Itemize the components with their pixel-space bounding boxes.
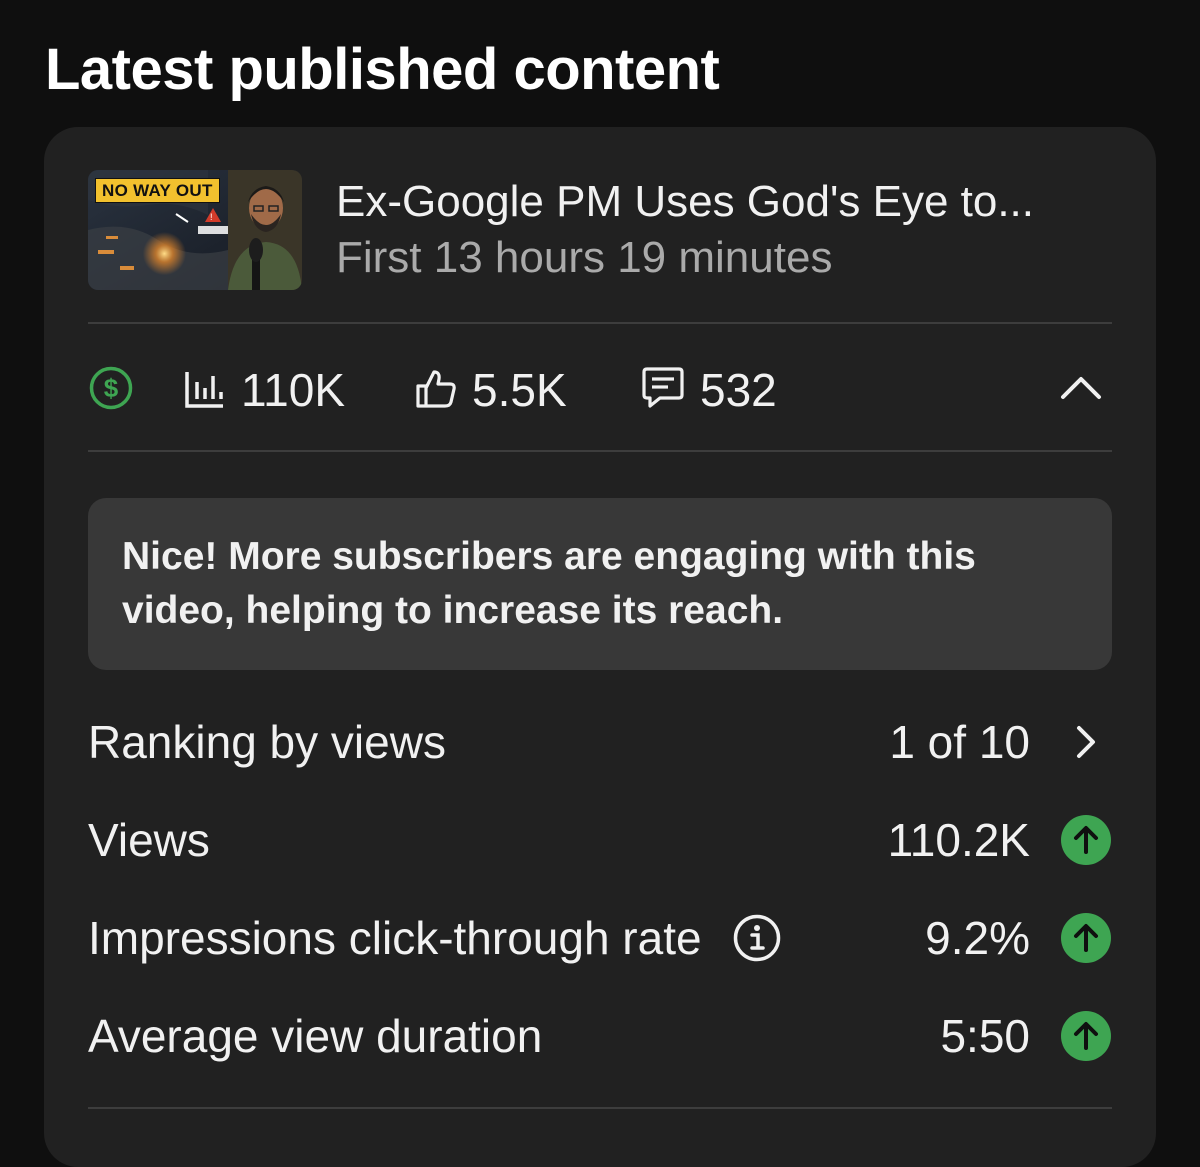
metric-value: 5:50 [940, 1010, 1030, 1062]
metric-label: Ranking by views [88, 716, 446, 768]
metric-value: 110.2K [887, 814, 1030, 866]
monetization-status[interactable]: $ [88, 360, 134, 420]
metric-impressions-ctr[interactable]: Impressions click-through rate 9.2% [88, 908, 1112, 968]
banner-message: Nice! More subscribers are engaging with… [122, 535, 976, 632]
views-count: 110K [241, 364, 346, 416]
views-stat[interactable]: 110K [183, 360, 345, 420]
engagement-banner: Nice! More subscribers are engaging with… [88, 498, 1112, 670]
arrow-up-circle-icon [1060, 912, 1112, 964]
metric-label: Views [88, 814, 210, 866]
video-text: Ex-Google PM Uses God's Eye to... First … [336, 174, 1034, 286]
latest-content-card[interactable]: ! NO WAY OUT Ex-Google PM Uses God's Eye… [44, 127, 1156, 1167]
comments-stat[interactable]: 532 [640, 360, 777, 420]
thumbnail-banner: NO WAY OUT [95, 178, 220, 203]
collapse-button[interactable] [1060, 360, 1102, 420]
section-title: Latest published content [45, 37, 720, 102]
bar-chart-icon [183, 366, 227, 415]
chevron-right-icon[interactable] [1060, 716, 1112, 768]
video-subtitle: First 13 hours 19 minutes [336, 233, 833, 282]
metric-average-view-duration[interactable]: Average view duration 5:50 [88, 1006, 1112, 1066]
metric-label: Average view duration [88, 1010, 543, 1062]
arrow-up-circle-icon [1060, 814, 1112, 866]
comment-icon [640, 366, 686, 415]
svg-text:$: $ [104, 373, 119, 403]
info-icon[interactable] [732, 913, 782, 963]
divider [88, 322, 1112, 324]
divider [88, 450, 1112, 452]
video-thumbnail[interactable]: ! NO WAY OUT [88, 170, 302, 290]
divider [88, 1107, 1112, 1109]
metric-value: 9.2% [925, 912, 1030, 964]
video-row[interactable]: ! NO WAY OUT Ex-Google PM Uses God's Eye… [88, 170, 1034, 290]
dollar-circle-icon: $ [88, 365, 134, 416]
metric-value: 1 of 10 [889, 716, 1030, 768]
metric-views[interactable]: Views 110.2K [88, 810, 1112, 870]
chevron-up-icon [1060, 373, 1102, 408]
svg-text:!: ! [210, 212, 213, 222]
video-title[interactable]: Ex-Google PM Uses God's Eye to... [336, 174, 1034, 230]
metric-label: Impressions click-through rate [88, 912, 702, 964]
thumbs-up-icon [414, 366, 458, 415]
comments-count: 532 [700, 364, 777, 416]
likes-count: 5.5K [472, 364, 567, 416]
likes-stat[interactable]: 5.5K [414, 360, 567, 420]
arrow-up-circle-icon [1060, 1010, 1112, 1062]
stats-row[interactable]: $ 110K 5.5K 532 [88, 360, 1112, 420]
metric-ranking-by-views[interactable]: Ranking by views 1 of 10 [88, 712, 1112, 772]
